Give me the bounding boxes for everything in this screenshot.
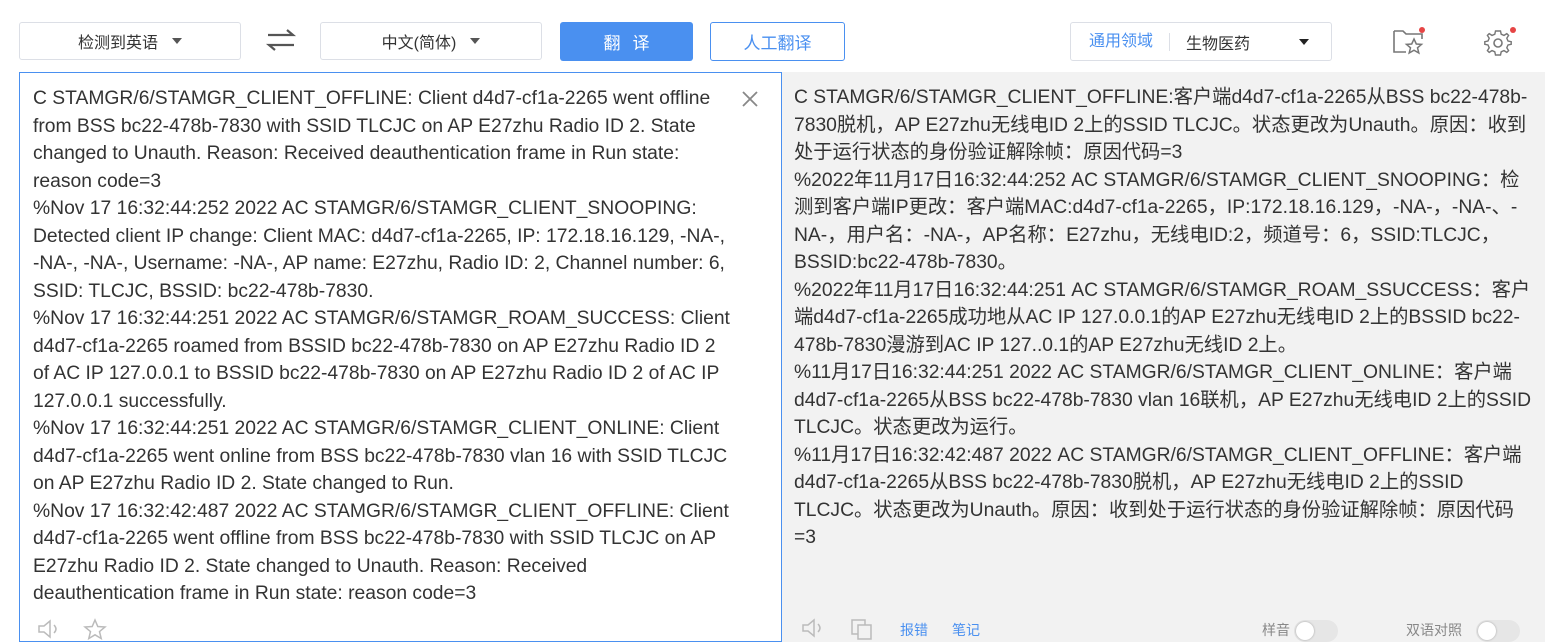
human-translate-button[interactable]: 人工翻译 [710, 22, 845, 61]
sample-voice-label: 样音 [1262, 622, 1290, 638]
translate-button[interactable]: 翻译 [560, 22, 693, 61]
speaker-icon[interactable] [36, 619, 64, 639]
notes-link[interactable]: 笔记 [952, 620, 980, 640]
source-text-panel[interactable]: C STAMGR/6/STAMGR_CLIENT_OFFLINE: Client… [19, 72, 782, 642]
target-language-label: 中文(简体) [381, 35, 457, 52]
bilingual-toggle[interactable] [1476, 620, 1520, 642]
domain-select[interactable]: 通用领域 生物医药 [1070, 22, 1332, 61]
domain-label[interactable]: 通用领域 [1071, 32, 1171, 51]
sample-voice-toggle[interactable] [1294, 620, 1338, 642]
star-icon[interactable] [82, 618, 108, 640]
chevron-down-icon [470, 38, 481, 44]
target-language-select[interactable]: 中文(简体) [320, 22, 542, 60]
copy-icon[interactable] [850, 618, 874, 640]
speaker-icon[interactable] [800, 618, 828, 638]
swap-icon[interactable] [264, 26, 298, 54]
toolbar: 检测到英语 中文(简体) 翻译 人工翻译 通用领域 生物医药 [0, 0, 1562, 72]
source-textarea[interactable]: C STAMGR/6/STAMGR_CLIENT_OFFLINE: Client… [33, 85, 733, 608]
favorites-icon[interactable] [1392, 27, 1426, 55]
chevron-down-icon [172, 38, 182, 44]
source-language-label: 检测到英语 [77, 35, 158, 52]
translation-text: C STAMGR/6/STAMGR_CLIENT_OFFLINE:客户端d4d7… [794, 87, 1531, 548]
close-icon[interactable] [740, 89, 760, 109]
translation-result-panel: C STAMGR/6/STAMGR_CLIENT_OFFLINE:客户端d4d7… [782, 72, 1545, 642]
report-error-link[interactable]: 报错 [900, 620, 928, 640]
source-language-select[interactable]: 检测到英语 [19, 22, 241, 60]
bilingual-label: 双语对照 [1406, 622, 1462, 638]
settings-icon[interactable] [1484, 27, 1516, 57]
chevron-down-icon [1299, 38, 1309, 45]
scrollbar[interactable] [1545, 72, 1562, 632]
domain-value: 生物医药 [1186, 35, 1251, 53]
